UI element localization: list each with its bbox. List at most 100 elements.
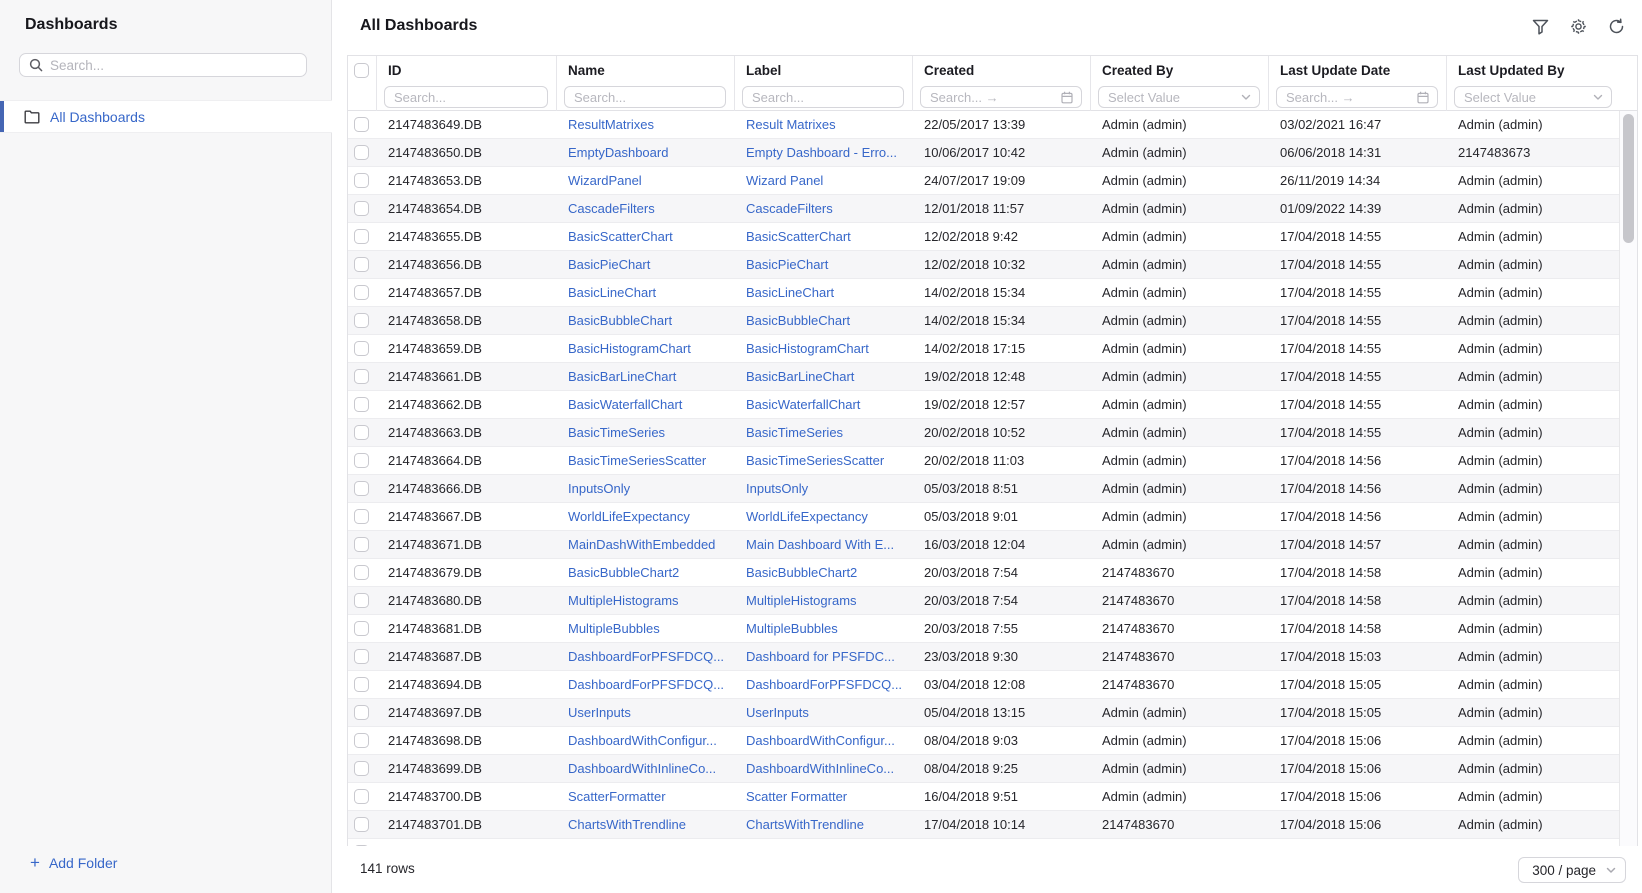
dashboard-name-link[interactable]: ScatterFormatter [556, 783, 734, 810]
row-checkbox[interactable] [354, 761, 369, 776]
row-checkbox[interactable] [354, 285, 369, 300]
row-checkbox[interactable] [354, 453, 369, 468]
row-checkbox[interactable] [354, 593, 369, 608]
cell-created: 03/04/2018 12:08 [924, 677, 1026, 692]
dashboard-name-link[interactable]: BasicTimeSeries [556, 419, 734, 446]
dashboard-name-link[interactable]: MainDashWithEmbedded [556, 531, 734, 558]
row-checkbox[interactable] [354, 229, 369, 244]
dashboard-label-link[interactable]: ChartsWithTrendline [734, 811, 912, 838]
filter-created-input[interactable] [921, 89, 1061, 105]
dashboard-label-link[interactable]: CascadeFilters [734, 195, 912, 222]
filter-created_by-select[interactable]: Select Value [1098, 86, 1260, 108]
dashboard-label-link[interactable]: DashboardWithInlineCo... [734, 755, 912, 782]
select-all-checkbox[interactable] [354, 62, 369, 78]
row-checkbox[interactable] [354, 341, 369, 356]
row-checkbox[interactable] [354, 789, 369, 804]
sidebar-search-input[interactable] [43, 57, 306, 73]
filter-icon[interactable] [1532, 18, 1549, 35]
dashboard-name-link[interactable]: BasicPieChart [556, 251, 734, 278]
dashboard-label-link[interactable]: BasicScatterChart [734, 223, 912, 250]
dashboard-label-link[interactable]: Empty Dashboard - Erro... [734, 139, 912, 166]
row-checkbox[interactable] [354, 369, 369, 384]
row-checkbox[interactable] [354, 173, 369, 188]
row-checkbox[interactable] [354, 313, 369, 328]
row-checkbox[interactable] [354, 481, 369, 496]
sidebar-search[interactable] [19, 53, 307, 77]
row-checkbox[interactable] [354, 397, 369, 412]
filter-last_update-input[interactable] [1277, 89, 1417, 105]
dashboard-name-link[interactable]: DashboardForPFSFDCQ... [556, 643, 734, 670]
dashboard-label-link[interactable]: BasicTimeSeries [734, 419, 912, 446]
dashboard-name-link[interactable]: BasicWaterfallChart [556, 391, 734, 418]
dashboard-label-link[interactable]: Result Matrixes [734, 111, 912, 138]
dashboard-name-link[interactable]: MultipleHistograms [556, 587, 734, 614]
dashboard-label-link[interactable]: Scatter Formatter [734, 783, 912, 810]
row-checkbox[interactable] [354, 565, 369, 580]
dashboard-label-link[interactable]: BasicPieChart [734, 251, 912, 278]
filter-id-input[interactable] [385, 89, 547, 105]
filter-label-input[interactable] [743, 89, 903, 105]
filter-last_updated_by-select[interactable]: Select Value [1454, 86, 1612, 108]
dashboard-name-link[interactable]: CascadeFilters [556, 195, 734, 222]
dashboard-label-link[interactable]: MultipleBubbles [734, 615, 912, 642]
dashboard-name-link[interactable]: WorldLifeExpectancy [556, 503, 734, 530]
dashboard-name-link[interactable]: DashboardWithInlineCo... [556, 755, 734, 782]
row-checkbox[interactable] [354, 257, 369, 272]
row-checkbox[interactable] [354, 733, 369, 748]
scrollbar-thumb[interactable] [1623, 114, 1634, 243]
row-checkbox[interactable] [354, 705, 369, 720]
dashboard-label-link[interactable]: BasicBubbleChart [734, 307, 912, 334]
dashboard-label-link[interactable]: BasicHistogramChart [734, 335, 912, 362]
dashboard-label-link[interactable]: UserInputs [734, 699, 912, 726]
row-checkbox[interactable] [354, 509, 369, 524]
dashboard-name-link[interactable]: MultipleBubbles [556, 615, 734, 642]
page-size-select[interactable]: 300 / page [1518, 857, 1626, 883]
add-folder-button[interactable]: + Add Folder [30, 854, 117, 871]
vertical-scrollbar[interactable] [1619, 111, 1637, 846]
dashboard-name-link[interactable]: BasicTimeSeriesScatter [556, 447, 734, 474]
dashboard-name-link[interactable]: BasicScatterChart [556, 223, 734, 250]
dashboard-name-link[interactable]: DashboardWithConfigur... [556, 727, 734, 754]
dashboard-label-link[interactable]: InputsOnly [734, 475, 912, 502]
dashboard-label-link[interactable]: Main Dashboard With E... [734, 531, 912, 558]
dashboard-label-link[interactable]: BasicLineChart [734, 279, 912, 306]
row-checkbox[interactable] [354, 649, 369, 664]
dashboard-name-link[interactable]: WizardPanel [556, 167, 734, 194]
dashboard-name-link[interactable]: InputsOnly [556, 475, 734, 502]
cell-created: 12/02/2018 10:32 [924, 257, 1026, 272]
dashboard-label-link[interactable]: DashboardWithConfigur... [734, 727, 912, 754]
dashboard-label-link[interactable]: BasicTimeSeriesScatter [734, 447, 912, 474]
row-checkbox[interactable] [354, 621, 369, 636]
dashboard-name-link[interactable]: BasicBubbleChart2 [556, 559, 734, 586]
row-checkbox[interactable] [354, 677, 369, 692]
dashboard-name-link[interactable]: EmptyDashboard [556, 139, 734, 166]
row-checkbox[interactable] [354, 425, 369, 440]
dashboard-name-link[interactable]: BasicBubbleChart [556, 307, 734, 334]
dashboard-label-link[interactable]: BasicBubbleChart2 [734, 559, 912, 586]
dashboard-label-link[interactable]: Dashboard for PFSFDC... [734, 643, 912, 670]
dashboard-name-link[interactable]: ResultMatrixes [556, 111, 734, 138]
row-checkbox[interactable] [354, 117, 369, 132]
dashboard-name-link[interactable]: ChartsWithTrendline [556, 811, 734, 838]
dashboard-label-link[interactable]: DashboardForPFSFDCQ... [734, 671, 912, 698]
row-checkbox[interactable] [354, 537, 369, 552]
cell-created_by: Admin (admin) [1102, 229, 1187, 244]
dashboard-name-link[interactable]: UserInputs [556, 699, 734, 726]
dashboard-label-link[interactable]: Wizard Panel [734, 167, 912, 194]
dashboard-name-link[interactable]: DashboardForPFSFDCQ... [556, 671, 734, 698]
dashboard-label-link[interactable]: MultipleHistograms [734, 587, 912, 614]
dashboard-label-link[interactable]: BasicWaterfallChart [734, 391, 912, 418]
settings-icon[interactable] [1570, 18, 1587, 35]
dashboard-label-link[interactable]: BasicBarLineChart [734, 363, 912, 390]
refresh-icon[interactable] [1608, 18, 1625, 35]
dashboard-name-link[interactable]: BasicHistogramChart [556, 335, 734, 362]
sidebar-item-all-dashboards[interactable]: All Dashboards [0, 100, 332, 133]
dashboard-name-link[interactable]: BasicLineChart [556, 279, 734, 306]
row-checkbox[interactable] [354, 201, 369, 216]
row-checkbox[interactable] [354, 817, 369, 832]
row-checkbox[interactable] [354, 145, 369, 160]
dashboard-name-link[interactable]: BasicBarLineChart [556, 363, 734, 390]
dashboard-label-link[interactable]: WorldLifeExpectancy [734, 503, 912, 530]
filter-name-input[interactable] [565, 89, 725, 105]
cell-id: 2147483698.DB [388, 733, 482, 748]
